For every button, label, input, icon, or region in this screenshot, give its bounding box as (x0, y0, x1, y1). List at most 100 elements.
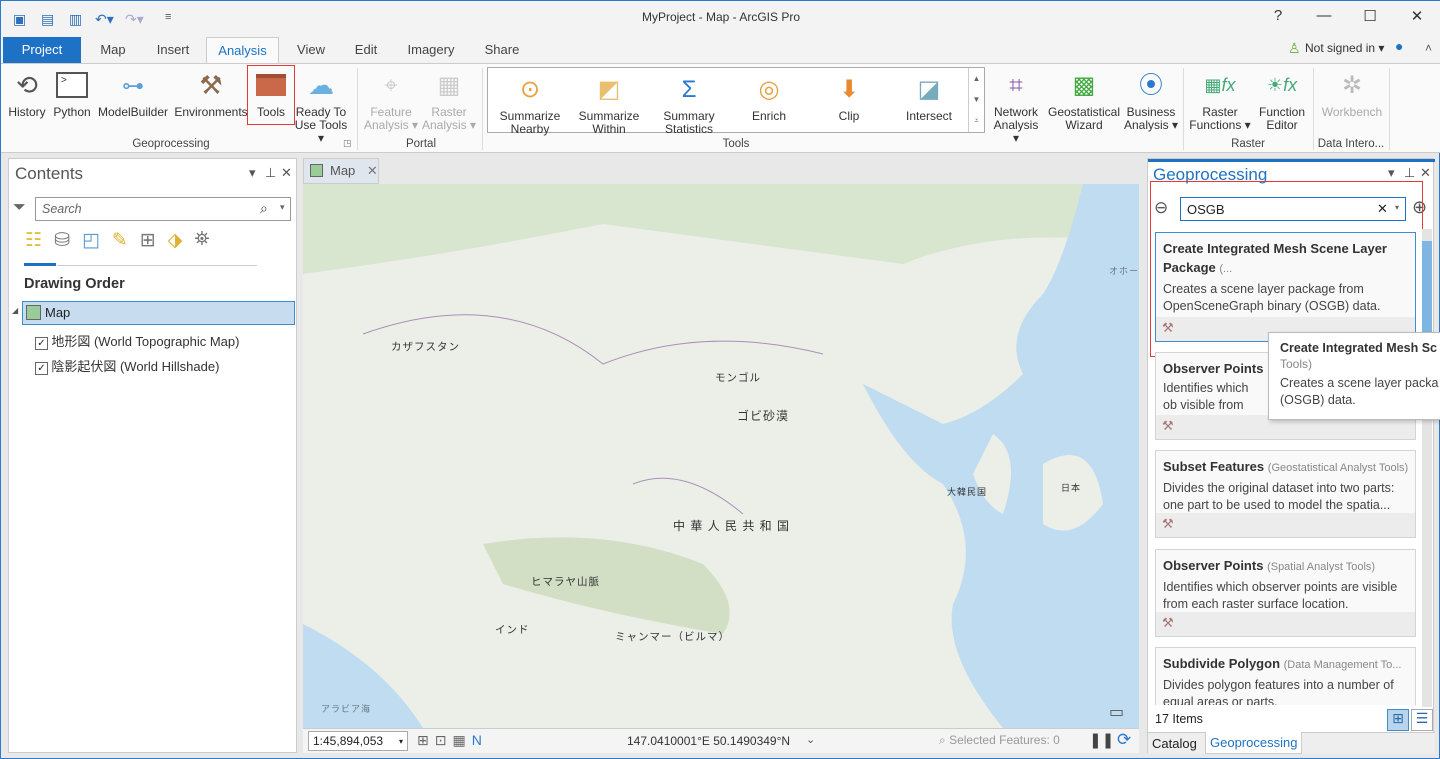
summarize-within-button[interactable]: ◩ Summarize Within (572, 72, 646, 136)
tool-result-card[interactable]: Subdivide Polygon (Data Management To...… (1155, 647, 1416, 705)
minimize-button[interactable]: — (1309, 7, 1339, 24)
layer-checkbox[interactable]: ✓ (35, 362, 48, 375)
search-icon[interactable]: ⌕ (260, 200, 268, 217)
fixed-zoom-icon[interactable]: ⊞ (417, 732, 435, 748)
close-pane-icon[interactable]: ✕ (281, 165, 292, 181)
gallery-scroll[interactable]: ▲ ▼ ⩡ (968, 68, 984, 132)
help-button[interactable]: ? (1263, 7, 1293, 24)
labeling-icon[interactable]: ⬗ (168, 229, 183, 252)
tab-project[interactable]: Project (3, 37, 81, 63)
scale-selector[interactable]: 1:45,894,053 ▾ (308, 731, 408, 751)
tool-result-card[interactable]: Create Integrated Mesh Scene Layer Packa… (1155, 232, 1416, 342)
contents-view-toolbar: ☷ ⛁ ◰ ✎ ⊞ ⬗ ⛯ (25, 229, 210, 252)
sign-in-dropdown[interactable]: Not signed in ▾ (1305, 41, 1384, 55)
portal-group-label: Portal (405, 138, 437, 150)
map-canvas[interactable]: カザフスタン モンゴル ゴビ砂漠 中 華 人 民 共 和 国 ヒマラヤ山脈 イン… (303, 184, 1139, 728)
tab-share[interactable]: Share (475, 37, 529, 63)
intersect-icon: ◪ (917, 75, 941, 103)
snapping-icon[interactable]: ⊡ (435, 732, 453, 748)
coordinate-format-dropdown[interactable]: ⌄ (806, 733, 815, 746)
pause-drawing-button[interactable]: ❚❚ (1089, 731, 1114, 749)
history-button[interactable]: ⟲ History (6, 68, 48, 119)
tab-insert[interactable]: Insert (149, 37, 197, 63)
geostatistical-wizard-icon: ▩ (1072, 71, 1096, 99)
close-pane-icon[interactable]: ✕ (1420, 165, 1431, 181)
workbench-button[interactable]: ✲ Workbench (1317, 68, 1387, 119)
tool-name: Create Integrated Mesh Scene Layer Packa… (1163, 241, 1387, 275)
tab-analysis[interactable]: Analysis (206, 37, 279, 64)
editing-icon[interactable]: ✎ (112, 229, 128, 252)
map-nav-tools[interactable]: ⊞⊡▦N (417, 732, 488, 749)
grid-icon[interactable]: ▦ (452, 732, 471, 748)
drawing-order-heading: Drawing Order (24, 276, 125, 292)
function-editor-label: Function Editor (1258, 105, 1306, 132)
pane-menu-icon[interactable]: ▾ (1388, 165, 1395, 181)
pane-menu-icon[interactable]: ▾ (249, 165, 256, 181)
network-analysis-button[interactable]: ⌗ Network Analysis ▾ (989, 68, 1043, 145)
environments-button[interactable]: ⚒ Environments (174, 68, 248, 119)
notification-icon[interactable]: ● (1395, 38, 1403, 54)
tool-toolbox: (Data Management To... (1283, 659, 1402, 671)
selection-icon[interactable]: ◰ (82, 229, 100, 252)
map-tab-label: Map (330, 163, 356, 178)
tile-view-icon[interactable]: ⊞ (1387, 709, 1409, 731)
tab-geoprocessing[interactable]: Geoprocessing (1205, 732, 1303, 754)
environments-icon: ⚒ (199, 69, 223, 100)
snapping-icon[interactable]: ⊞ (140, 229, 156, 252)
search-dropdown-icon[interactable]: ▾ (280, 202, 285, 213)
summarize-within-icon: ◩ (597, 75, 621, 103)
pin-icon[interactable]: ⊥ (1404, 165, 1415, 181)
intersect-label: Intersect (905, 109, 953, 123)
layer-item[interactable]: ✓ 地形図 (World Topographic Map) (35, 331, 239, 350)
modelbuilder-button[interactable]: ⊶ ModelBuilder (96, 68, 170, 119)
attribution-icon[interactable]: ▭ (1109, 702, 1124, 722)
tab-catalog[interactable]: Catalog (1152, 736, 1197, 751)
results-scrollbar[interactable] (1422, 229, 1432, 707)
collapse-ribbon-icon[interactable]: ˄ (1425, 41, 1432, 55)
contents-pane: Contents ▾ ⊥ ✕ ⏷ Search ⌕ ▾ ☷ ⛁ ◰ ✎ ⊞ ⬗ … (8, 158, 297, 753)
tab-edit[interactable]: Edit (345, 37, 387, 63)
perspective-icon[interactable]: ⛯ (194, 229, 209, 252)
map-tab[interactable]: Map ✕ (303, 158, 379, 184)
feature-analysis-button[interactable]: ⌖ Feature Analysis ▾ (363, 68, 419, 132)
maximize-button[interactable]: ☐ (1355, 7, 1385, 25)
summarize-nearby-label: Summarize Nearby (499, 109, 561, 136)
summary-statistics-button[interactable]: Σ Summary Statistics (652, 72, 726, 136)
map-layer-item[interactable]: Map (22, 301, 295, 325)
contents-search-input[interactable]: Search ⌕ ▾ (35, 197, 291, 221)
tab-imagery[interactable]: Imagery (399, 37, 463, 63)
layer-checkbox[interactable]: ✓ (35, 337, 48, 350)
map-label: オホー (1109, 266, 1139, 276)
clip-button[interactable]: ⬇ Clip (812, 72, 886, 123)
tab-map[interactable]: Map (91, 37, 135, 63)
close-tab-icon[interactable]: ✕ (367, 163, 378, 178)
raster-functions-button[interactable]: ▦ fx Raster Functions ▾ (1187, 68, 1253, 132)
function-editor-button[interactable]: ☀ fx Function Editor (1255, 68, 1309, 132)
list-view-icon[interactable]: ☰ (1411, 709, 1433, 731)
filter-icon[interactable]: ⏷ (13, 199, 26, 217)
close-button[interactable]: ✕ (1402, 7, 1432, 25)
summarize-nearby-button[interactable]: ⊙ Summarize Nearby (492, 72, 568, 136)
pin-icon[interactable]: ⊥ (265, 165, 276, 181)
drawing-order-icon[interactable]: ☷ (25, 229, 42, 252)
raster-analysis-button[interactable]: ▦ Raster Analysis ▾ (421, 68, 477, 132)
python-button[interactable]: > Python (50, 68, 94, 119)
business-analysis-button[interactable]: ⦿ Business Analysis ▾ (1123, 68, 1179, 132)
ready-to-use-tools-button[interactable]: ☁ Ready To Use Tools ▾ (293, 68, 349, 145)
map-label: アラビア海 (321, 704, 372, 714)
basemap (303, 184, 1139, 728)
map-label: ゴビ砂漠 (737, 409, 790, 423)
tool-result-card[interactable]: Observer Points (Spatial Analyst Tools) … (1155, 549, 1416, 637)
layer-item[interactable]: ✓ 陰影起伏図 (World Hillshade) (35, 356, 219, 375)
refresh-button[interactable]: ⟳ (1117, 730, 1131, 750)
enrich-button[interactable]: ◎ Enrich (732, 72, 806, 123)
tab-view[interactable]: View (289, 37, 333, 63)
geostatistical-wizard-button[interactable]: ▩ Geostatistical Wizard (1047, 68, 1121, 132)
north-icon[interactable]: N (472, 732, 488, 748)
expand-icon[interactable]: ◢ (12, 306, 18, 315)
tool-result-card[interactable]: Subset Features (Geostatistical Analyst … (1155, 450, 1416, 538)
intersect-button[interactable]: ◪ Intersect (892, 72, 966, 123)
clip-label: Clip (838, 109, 860, 123)
dialog-launcher-icon[interactable]: ◳ (343, 138, 352, 149)
data-source-icon[interactable]: ⛁ (54, 229, 70, 252)
